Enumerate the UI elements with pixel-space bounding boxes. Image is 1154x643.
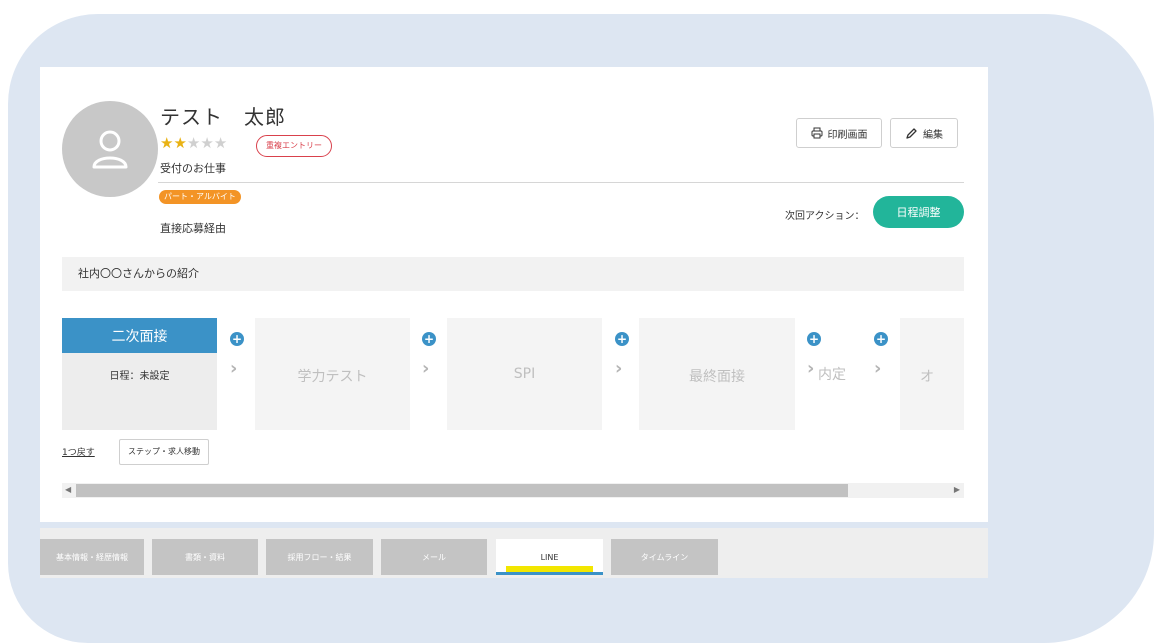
- application-source: 直接応募経由: [160, 222, 226, 235]
- selection-flow: 二次面接 日程：未設定 + › 学力テスト + › SPI + › 最終面接 +…: [62, 318, 964, 430]
- edit-label: 編集: [923, 129, 943, 141]
- step-move-button[interactable]: ステップ・求人移動: [119, 439, 209, 465]
- candidate-card: テスト 太郎 ★★★★★ 重複エントリー 受付のお仕事 パート・アルバイト 直接…: [40, 67, 988, 522]
- printer-icon: [811, 127, 822, 139]
- tab-bar: 基本情報・経歴情報 書類・資料 採用フロー・結果 メール LINE タイムライン: [40, 528, 988, 578]
- scroll-left-icon[interactable]: ◀: [65, 485, 71, 494]
- edit-button[interactable]: 編集: [890, 118, 958, 148]
- star-icon[interactable]: ★: [187, 134, 200, 152]
- tab-basic-info[interactable]: 基本情報・経歴情報: [40, 539, 144, 575]
- star-icon[interactable]: ★: [200, 134, 213, 152]
- back-link[interactable]: 1つ戻す: [62, 445, 95, 458]
- star-icon[interactable]: ★: [173, 134, 186, 152]
- tab-timeline[interactable]: タイムライン: [611, 539, 718, 575]
- avatar: [62, 101, 158, 197]
- candidate-name: テスト 太郎: [160, 105, 286, 129]
- employment-type-badge: パート・アルバイト: [159, 190, 241, 204]
- duplicate-entry-badge[interactable]: 重複エントリー: [256, 135, 332, 157]
- step-academic-test[interactable]: 学力テスト: [255, 318, 410, 430]
- tab-documents[interactable]: 書類・資料: [152, 539, 258, 575]
- tab-recruit-flow[interactable]: 採用フロー・結果: [266, 539, 373, 575]
- step-title: 二次面接: [62, 318, 217, 353]
- memo-box: 社内〇〇さんからの紹介: [62, 257, 964, 291]
- step-title: 学力テスト: [297, 369, 368, 385]
- chevron-right-icon: ›: [230, 358, 238, 379]
- tab-active-indicator: [496, 572, 603, 575]
- step-title: 最終面接: [689, 369, 745, 385]
- pencil-icon: [906, 127, 917, 139]
- step-title: SPI: [513, 366, 536, 382]
- next-action-label: 次回アクション：: [785, 211, 865, 222]
- star-icon[interactable]: ★: [214, 134, 227, 152]
- chevron-right-icon: ›: [422, 358, 430, 379]
- step-offer[interactable]: 内定: [818, 364, 846, 384]
- step-date: 日程：未設定: [109, 371, 170, 382]
- horizontal-scrollbar[interactable]: ◀ ▶: [62, 483, 964, 498]
- job-title: 受付のお仕事: [160, 162, 226, 175]
- plus-icon[interactable]: +: [874, 332, 888, 346]
- user-icon: [92, 130, 128, 169]
- plus-icon[interactable]: +: [230, 332, 244, 346]
- step-spi[interactable]: SPI: [447, 318, 602, 430]
- tab-line-label: LINE: [540, 552, 559, 562]
- tab-mail[interactable]: メール: [381, 539, 487, 575]
- step-active[interactable]: 二次面接 日程：未設定: [62, 318, 217, 430]
- step-final-interview[interactable]: 最終面接: [639, 318, 795, 430]
- plus-icon[interactable]: +: [422, 332, 436, 346]
- star-icon[interactable]: ★: [160, 134, 173, 152]
- divider: [158, 182, 964, 183]
- plus-icon[interactable]: +: [807, 332, 821, 346]
- print-label: 印刷画面: [827, 129, 868, 141]
- schedule-button[interactable]: 日程調整: [873, 196, 964, 228]
- scrollbar-thumb[interactable]: [76, 484, 848, 497]
- rating-stars[interactable]: ★★★★★: [160, 134, 227, 152]
- chevron-right-icon: ›: [874, 358, 882, 379]
- chevron-right-icon: ›: [615, 358, 623, 379]
- scroll-right-icon[interactable]: ▶: [954, 485, 960, 494]
- tab-line[interactable]: LINE: [496, 539, 603, 575]
- step-next[interactable]: オ: [900, 318, 964, 430]
- print-button[interactable]: 印刷画面: [796, 118, 882, 148]
- step-title: オ: [920, 369, 934, 385]
- chevron-right-icon: ›: [807, 358, 815, 379]
- plus-icon[interactable]: +: [615, 332, 629, 346]
